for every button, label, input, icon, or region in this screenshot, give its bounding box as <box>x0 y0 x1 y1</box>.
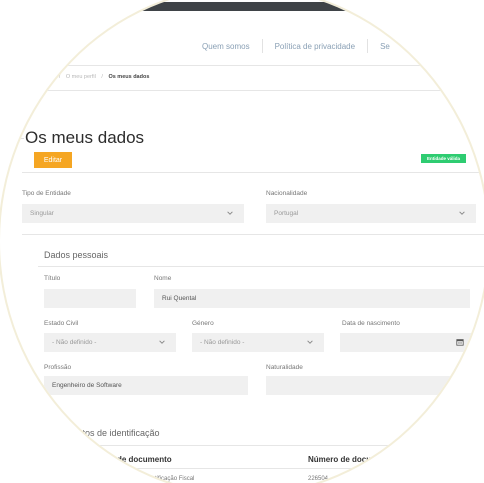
documents-section-title: Documentos de identificação <box>44 428 160 438</box>
sidebar-divider <box>2 138 24 139</box>
naturality-field[interactable] <box>266 376 476 395</box>
nationality-label: Nacionalidade <box>266 190 308 197</box>
marital-status-select[interactable]: - Não definido - <box>44 333 176 352</box>
table-divider <box>38 468 484 469</box>
section-divider <box>22 234 484 235</box>
name-label: Nome <box>154 275 172 282</box>
page-viewport: Quem somos Política de privacidade Se Ho… <box>2 2 484 483</box>
nav-link-about[interactable]: Quem somos <box>202 42 250 56</box>
birth-date-field[interactable] <box>340 333 472 352</box>
nav-link-privacy[interactable]: Política de privacidade <box>275 42 356 56</box>
documents-header-type: Tipo de documento <box>98 455 172 464</box>
gender-value: - Não definido - <box>200 339 245 346</box>
edit-button[interactable]: Editar <box>34 152 72 168</box>
breadcrumb-profile[interactable]: O meu perfil <box>66 74 96 80</box>
nationality-select[interactable]: Portugal <box>266 204 476 223</box>
breadcrumb-divider <box>22 90 484 91</box>
breadcrumb-home[interactable]: Home <box>38 74 53 80</box>
chevron-down-icon <box>159 340 165 344</box>
nationality-value: Portugal <box>274 210 299 217</box>
document-type-cell: Número de Identificação Fiscal <box>112 476 195 482</box>
name-value: Rui Quental <box>162 295 197 302</box>
breadcrumb-current: Os meus dados <box>108 74 150 80</box>
title-label: Título <box>44 275 61 282</box>
breadcrumb: Home / O meu perfil / Os meus dados <box>38 74 149 80</box>
profession-field[interactable]: Engenheiro de Software <box>44 376 248 395</box>
breadcrumb-separator: / <box>101 74 103 80</box>
nav-divider <box>22 65 484 66</box>
chevron-down-icon <box>307 340 313 344</box>
section-divider <box>38 445 484 446</box>
profession-label: Profissão <box>44 364 72 371</box>
breadcrumb-separator: / <box>58 74 61 80</box>
birth-date-label: Data de nascimento <box>342 320 400 327</box>
screenshot-stage: Quem somos Política de privacidade Se Ho… <box>0 0 484 483</box>
lens-frame: Quem somos Política de privacidade Se Ho… <box>0 0 484 483</box>
marital-status-label: Estado Civil <box>44 320 79 327</box>
name-field[interactable]: Rui Quental <box>154 289 470 308</box>
profession-value: Engenheiro de Software <box>52 382 122 389</box>
title-field[interactable] <box>44 289 136 308</box>
entity-type-value: Singular <box>30 210 54 217</box>
section-divider <box>38 266 484 267</box>
gender-label: Género <box>192 320 214 327</box>
gender-select[interactable]: - Não definido - <box>192 333 324 352</box>
nav-separator <box>261 39 263 53</box>
document-number-cell: 226504 <box>308 476 329 482</box>
chevron-down-icon <box>459 211 465 215</box>
entity-type-label: Tipo de Entidade <box>22 190 71 197</box>
header-divider <box>22 172 484 173</box>
nav-link-more[interactable]: Se <box>380 42 390 56</box>
chevron-down-icon <box>227 211 233 215</box>
marital-status-value: - Não definido - <box>52 339 97 346</box>
top-bar <box>97 2 357 11</box>
top-nav: Quem somos Política de privacidade Se <box>202 39 390 56</box>
personal-section-title: Dados pessoais <box>44 250 109 260</box>
page-title: Os meus dados <box>25 128 145 147</box>
documents-header-number: Número de docu <box>308 455 372 464</box>
calendar-icon[interactable] <box>456 338 464 346</box>
status-badge: Entidade válida <box>421 154 467 163</box>
nav-separator <box>367 39 369 53</box>
naturality-label: Naturalidade <box>266 364 303 371</box>
entity-type-select[interactable]: Singular <box>22 204 244 223</box>
